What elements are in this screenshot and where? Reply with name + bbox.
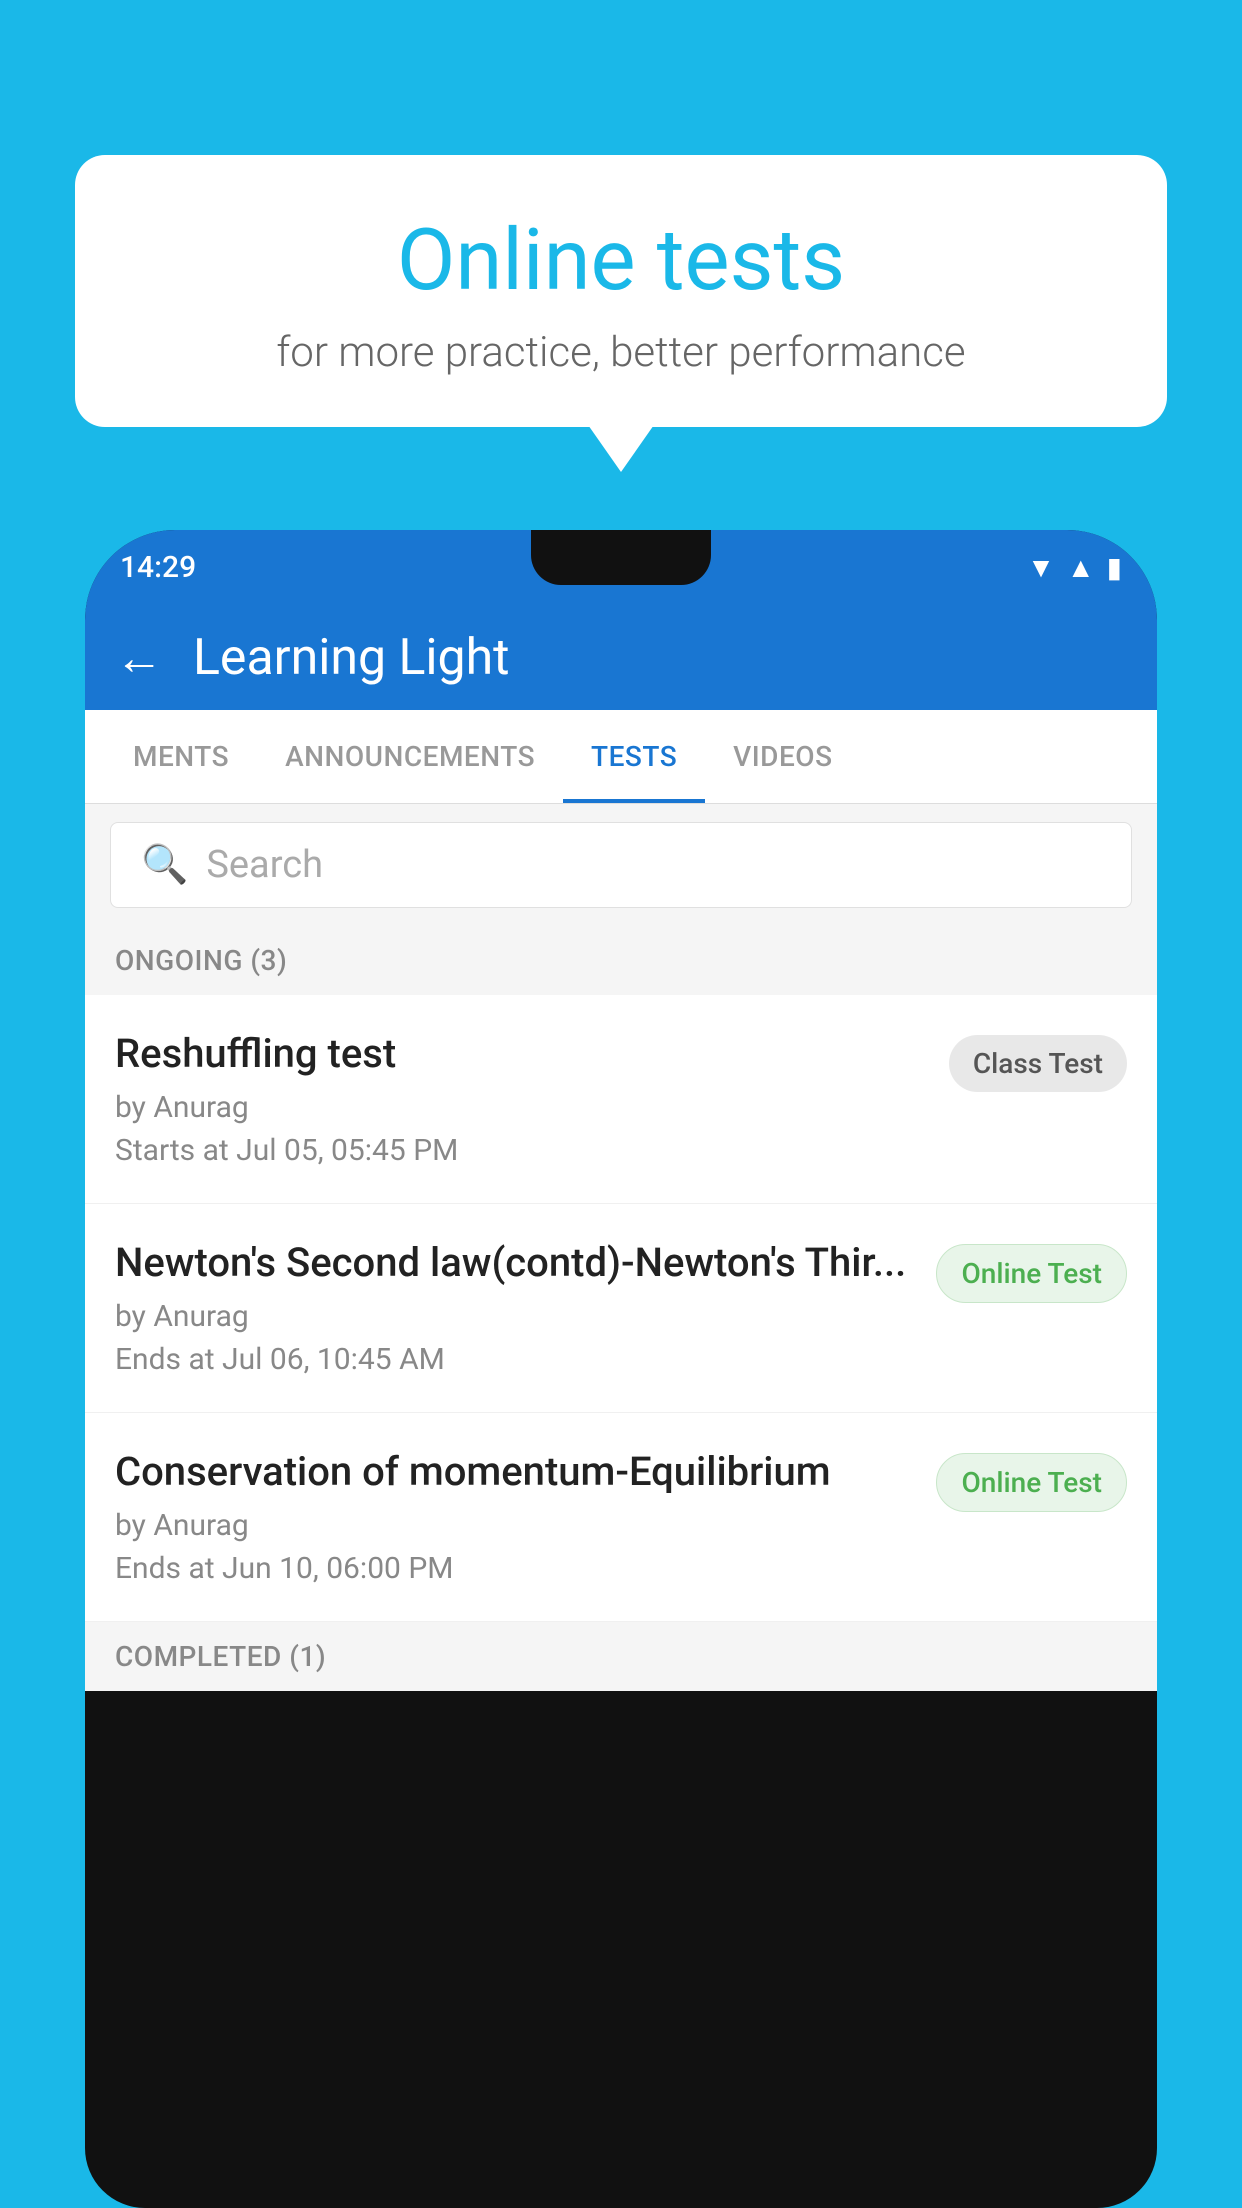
test-item[interactable]: Reshuffling test by Anurag Starts at Jul…: [85, 995, 1157, 1204]
app-bar-title: Learning Light: [193, 629, 510, 687]
test-badge-online: Online Test: [936, 1244, 1127, 1303]
search-placeholder: Search: [206, 843, 323, 887]
search-bar[interactable]: 🔍 Search: [110, 822, 1132, 908]
test-author: by Anurag: [115, 1508, 916, 1543]
test-time: Starts at Jul 05, 05:45 PM: [115, 1133, 929, 1168]
bubble-subtitle: for more practice, better performance: [135, 328, 1107, 377]
ongoing-section-header: ONGOING (3): [85, 926, 1157, 995]
completed-section-header: COMPLETED (1): [85, 1622, 1157, 1691]
test-name: Newton's Second law(contd)-Newton's Thir…: [115, 1239, 916, 1287]
tab-videos[interactable]: VIDEOS: [705, 710, 860, 803]
test-badge-class: Class Test: [949, 1035, 1127, 1092]
test-name: Reshuffling test: [115, 1030, 929, 1078]
signal-icon: ▲: [1067, 551, 1095, 584]
speech-bubble: Online tests for more practice, better p…: [75, 155, 1167, 427]
test-info: Conservation of momentum-Equilibrium by …: [115, 1448, 916, 1586]
battery-icon: ▮: [1107, 551, 1122, 584]
tab-announcements[interactable]: ANNOUNCEMENTS: [257, 710, 563, 803]
status-time: 14:29: [120, 550, 196, 585]
ongoing-label: ONGOING (3): [115, 944, 287, 977]
search-icon: 🔍: [141, 843, 188, 887]
tabs-bar: MENTS ANNOUNCEMENTS TESTS VIDEOS: [85, 710, 1157, 804]
test-time: Ends at Jul 06, 10:45 AM: [115, 1342, 916, 1377]
test-info: Reshuffling test by Anurag Starts at Jul…: [115, 1030, 929, 1168]
test-author: by Anurag: [115, 1299, 916, 1334]
test-info: Newton's Second law(contd)-Newton's Thir…: [115, 1239, 916, 1377]
completed-label: COMPLETED (1): [115, 1640, 326, 1673]
test-author: by Anurag: [115, 1090, 929, 1125]
bubble-title: Online tests: [135, 210, 1107, 310]
test-item[interactable]: Newton's Second law(contd)-Newton's Thir…: [85, 1204, 1157, 1413]
app-bar: ← Learning Light: [85, 605, 1157, 710]
wifi-icon: ▼: [1027, 551, 1055, 584]
tab-tests[interactable]: TESTS: [563, 710, 705, 803]
back-button[interactable]: ←: [115, 629, 163, 686]
status-icons: ▼ ▲ ▮: [1027, 551, 1122, 584]
status-bar: 14:29 ▼ ▲ ▮: [85, 530, 1157, 605]
test-badge-online: Online Test: [936, 1453, 1127, 1512]
search-container: 🔍 Search: [85, 804, 1157, 926]
test-item[interactable]: Conservation of momentum-Equilibrium by …: [85, 1413, 1157, 1622]
tab-ments[interactable]: MENTS: [105, 710, 257, 803]
test-name: Conservation of momentum-Equilibrium: [115, 1448, 916, 1496]
phone-frame: 14:29 ▼ ▲ ▮ ← Learning Light MENTS ANNOU…: [85, 530, 1157, 2208]
test-time: Ends at Jun 10, 06:00 PM: [115, 1551, 916, 1586]
